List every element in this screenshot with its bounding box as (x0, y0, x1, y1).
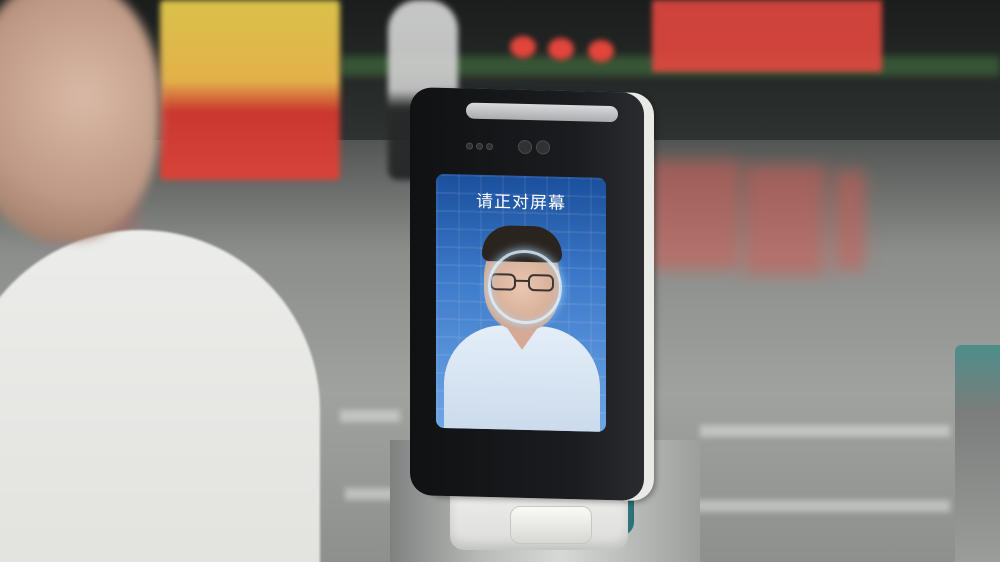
device-stand-hinge (510, 506, 592, 544)
floor-marking-line (345, 488, 395, 500)
background-red-light (510, 36, 536, 58)
terminal-screen[interactable]: 请正对屏幕 (436, 173, 606, 432)
background-red-sign (652, 0, 882, 72)
sensor-dot-icon (486, 142, 493, 151)
sensor-dot-icon (466, 142, 473, 150)
subway-station-scene: 请正对屏幕 (0, 0, 1000, 562)
background-red-light (548, 38, 574, 60)
infrared-light-bar (466, 102, 618, 123)
foreground-person-head (0, 0, 160, 240)
background-advertisement-board (160, 0, 340, 180)
background-red-light (588, 40, 614, 62)
floor-reflection (745, 165, 825, 275)
face-scan-ring-icon (488, 249, 562, 325)
sensor-dot-icon (476, 142, 483, 150)
camera-icon (518, 139, 532, 155)
floor-marking-line (340, 410, 400, 422)
face-alignment-prompt: 请正对屏幕 (476, 191, 566, 214)
floor-reflection (650, 160, 740, 270)
floor-marking-line (700, 425, 950, 437)
face-recognition-terminal: 请正对屏幕 (410, 87, 644, 501)
floor-marking-line (690, 500, 950, 512)
foreground-person-shoulder (0, 230, 320, 562)
floor-reflection (835, 170, 865, 270)
turnstile-gate-right (955, 345, 1000, 562)
camera-icon (536, 140, 550, 155)
